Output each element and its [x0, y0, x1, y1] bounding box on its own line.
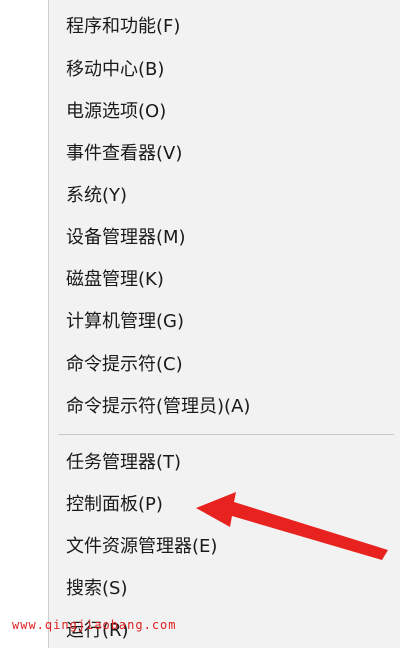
menu-item-command-prompt[interactable]: 命令提示符(C) — [66, 350, 183, 380]
menu-item-search[interactable]: 搜索(S) — [66, 574, 127, 604]
menu-separator — [58, 434, 394, 435]
menu-item-command-prompt-admin[interactable]: 命令提示符(管理员)(A) — [66, 392, 250, 422]
menu-item-computer-management[interactable]: 计算机管理(G) — [66, 307, 184, 337]
menu-item-programs-features[interactable]: 程序和功能(F) — [66, 12, 180, 42]
menu-item-event-viewer[interactable]: 事件查看器(V) — [66, 139, 182, 169]
menu-item-power-options[interactable]: 电源选项(O) — [66, 97, 166, 127]
menu-item-disk-management[interactable]: 磁盘管理(K) — [66, 265, 164, 295]
watermark-text: www.qingjiaobang.com — [12, 618, 177, 632]
screenshot-stage: 程序和功能(F) 移动中心(B) 电源选项(O) 事件查看器(V) 系统(Y) … — [0, 0, 400, 648]
menu-item-control-panel[interactable]: 控制面板(P) — [66, 490, 163, 520]
menu-item-file-explorer[interactable]: 文件资源管理器(E) — [66, 532, 217, 562]
menu-item-system[interactable]: 系统(Y) — [66, 181, 127, 211]
menu-item-mobility-center[interactable]: 移动中心(B) — [66, 55, 164, 85]
menu-item-device-manager[interactable]: 设备管理器(M) — [66, 223, 186, 253]
menu-item-task-manager[interactable]: 任务管理器(T) — [66, 448, 181, 478]
